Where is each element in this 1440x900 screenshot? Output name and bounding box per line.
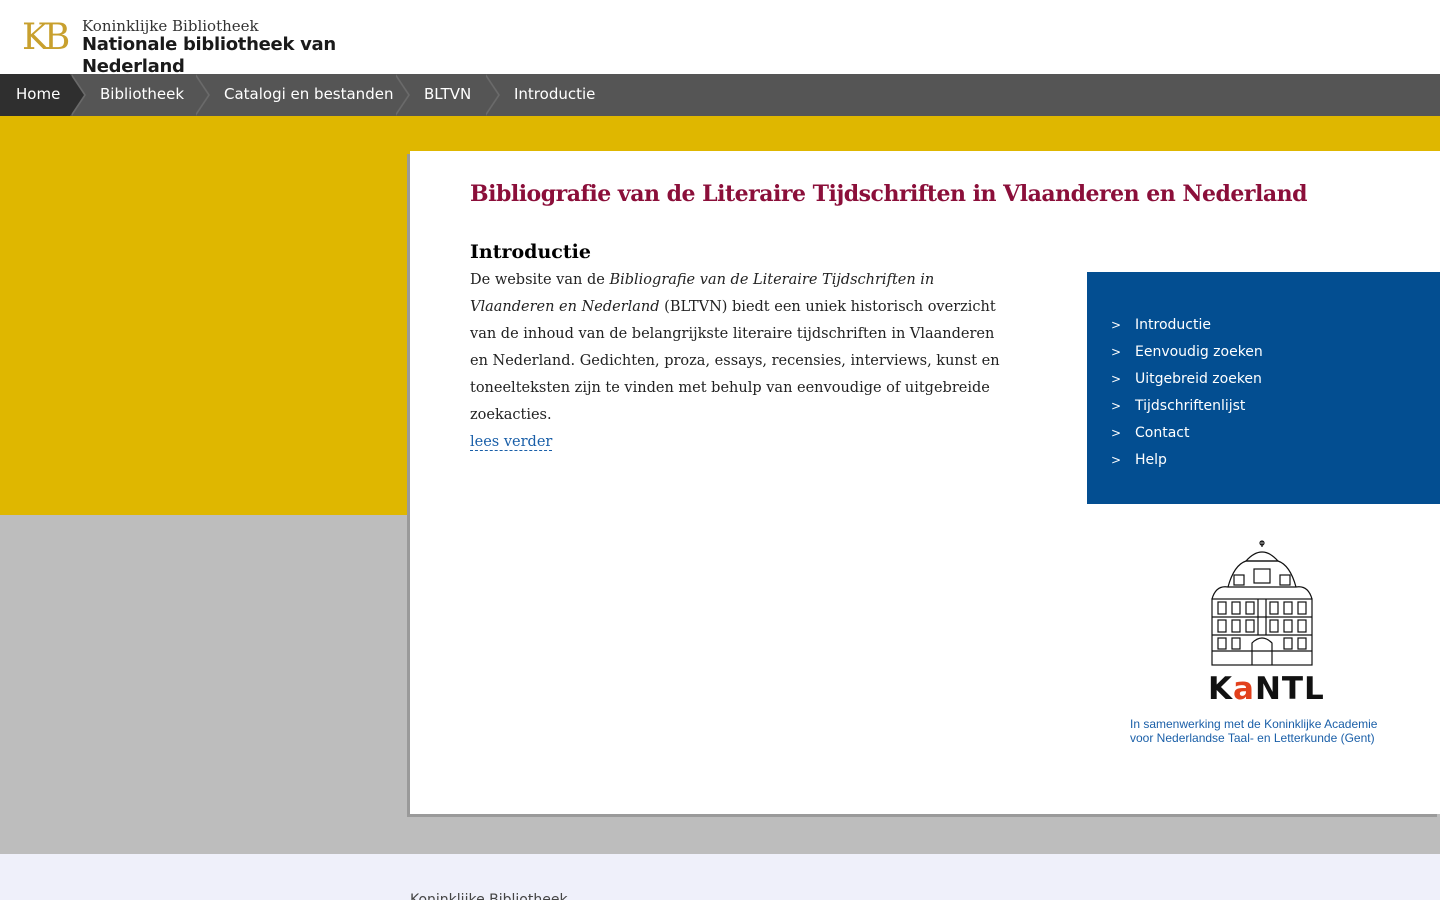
sidenav-item-label: Introductie xyxy=(1135,317,1211,333)
intro-paragraph: De website van de Bibliografie van de Li… xyxy=(470,267,1015,456)
read-more-link[interactable]: lees verder xyxy=(470,434,553,451)
kantl-building-icon xyxy=(1211,540,1313,666)
site-header: KB Koninklijke Bibliotheek Nationale bib… xyxy=(0,0,1440,77)
content-panel: Bibliografie van de Literaire Tijdschrif… xyxy=(410,151,1440,814)
breadcrumb-bibliotheek[interactable]: Bibliotheek xyxy=(70,74,210,116)
breadcrumb-arrow-icon xyxy=(394,74,408,116)
breadcrumb-label: Bibliotheek xyxy=(100,85,185,103)
sidenav-item-label: Help xyxy=(1135,452,1167,468)
logo-line1: Koninklijke Bibliotheek xyxy=(82,17,259,35)
sidenav-item-label: Contact xyxy=(1135,425,1190,441)
breadcrumb-catalogi[interactable]: Catalogi en bestanden xyxy=(194,74,410,116)
footer xyxy=(0,854,1440,900)
breadcrumb-label: BLTVN xyxy=(424,85,472,103)
chevron-right-icon: > xyxy=(1111,345,1122,359)
breadcrumb: Home Bibliotheek Catalogi en bestanden B… xyxy=(0,74,1440,116)
breadcrumb-arrow-icon xyxy=(70,74,84,116)
sidenav-item-tijdschriftenlijst[interactable]: > Tijdschriftenlijst xyxy=(1111,393,1263,420)
chevron-right-icon: > xyxy=(1111,426,1122,440)
kb-logo-text: Koninklijke Bibliotheek Nationale biblio… xyxy=(82,18,422,78)
sidenav-item-label: Tijdschriftenlijst xyxy=(1135,398,1246,414)
breadcrumb-label: Home xyxy=(16,85,61,103)
breadcrumb-arrow-icon xyxy=(194,74,208,116)
breadcrumb-introductie[interactable]: Introductie xyxy=(484,74,624,116)
breadcrumb-label: Introductie xyxy=(514,85,596,103)
section-heading: Introductie xyxy=(470,241,591,263)
side-navigation: > Introductie > Eenvoudig zoeken > Uitgebre… xyxy=(1087,272,1440,504)
kantl-letters-ntl: NTL xyxy=(1254,671,1325,707)
chevron-right-icon: > xyxy=(1111,399,1122,413)
kantl-caption[interactable]: In samenwerking met de Koninklijke Acade… xyxy=(1130,717,1430,745)
sidenav-item-contact[interactable]: > Contact xyxy=(1111,420,1263,447)
sidenav-item-uitgebreid-zoeken[interactable]: > Uitgebreid zoeken xyxy=(1111,366,1263,393)
kb-logo[interactable]: KB Koninklijke Bibliotheek Nationale bib… xyxy=(22,17,422,77)
kb-logo-mark: KB xyxy=(22,17,70,58)
page-title: Bibliografie van de Literaire Tijdschrif… xyxy=(470,181,1307,207)
kantl-wordmark: KaNTL xyxy=(1208,673,1325,705)
intro-suffix: (BLTVN) biedt een uniek historisch overz… xyxy=(470,299,1000,423)
kantl-letter-a: a xyxy=(1233,671,1255,707)
chevron-right-icon: > xyxy=(1111,453,1122,467)
breadcrumb-arrow-icon xyxy=(484,74,498,116)
kantl-caption-line1: In samenwerking met de Koninklijke Acade… xyxy=(1130,717,1378,731)
chevron-right-icon: > xyxy=(1111,372,1122,386)
footer-logo: Koninklijke Bibliotheek xyxy=(410,892,568,900)
sidenav-item-help[interactable]: > Help xyxy=(1111,447,1263,474)
logo-line2: Nationale bibliotheek van Nederland xyxy=(82,34,336,77)
sidenav-item-eenvoudig-zoeken[interactable]: > Eenvoudig zoeken xyxy=(1111,339,1263,366)
sidenav-item-label: Uitgebreid zoeken xyxy=(1135,371,1262,387)
breadcrumb-home[interactable]: Home xyxy=(0,74,86,116)
kantl-caption-line2: voor Nederlandse Taal- en Letterkunde (G… xyxy=(1130,731,1375,745)
intro-prefix: De website van de xyxy=(470,272,610,288)
breadcrumb-label: Catalogi en bestanden xyxy=(224,85,394,103)
chevron-right-icon: > xyxy=(1111,318,1122,332)
sidenav-item-introductie[interactable]: > Introductie xyxy=(1111,312,1263,339)
sidenav-item-label: Eenvoudig zoeken xyxy=(1135,344,1263,360)
kantl-letter-k: K xyxy=(1208,671,1234,707)
